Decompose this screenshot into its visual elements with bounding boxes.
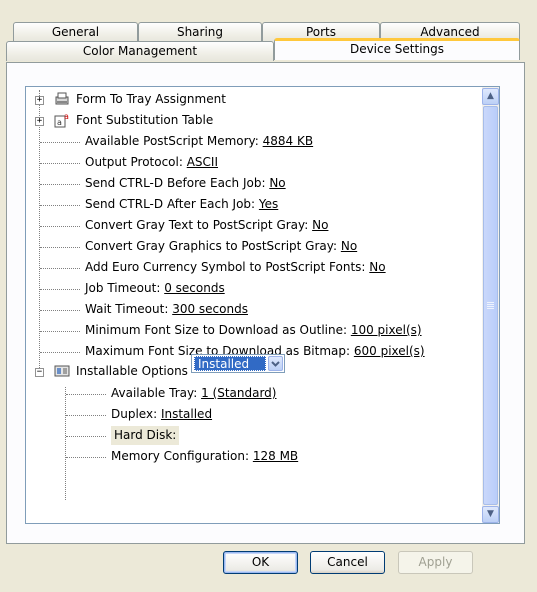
item-value[interactable]: 600 pixel(s) <box>354 344 425 358</box>
tree-connector <box>40 352 80 353</box>
item-value[interactable]: No <box>369 260 385 274</box>
tree-item-postscript-memory[interactable]: Available PostScript Memory: 4884 KB <box>85 131 313 152</box>
tree-connector <box>40 268 80 269</box>
item-label: Hard Disk: <box>114 428 177 442</box>
item-value[interactable]: 128 MB <box>253 449 298 463</box>
tree-connector <box>40 184 80 185</box>
item-value[interactable]: 300 seconds <box>172 302 248 316</box>
item-label: Available Tray: <box>111 386 202 400</box>
item-label: Send CTRL-D After Each Job: <box>85 197 259 211</box>
font-table-icon: a a <box>54 112 69 128</box>
item-label: Font Substitution Table <box>76 113 214 127</box>
item-label: Job Timeout: <box>85 281 165 295</box>
tree-item-available-tray[interactable]: Available Tray: 1 (Standard) <box>111 383 276 404</box>
tree-connector <box>66 436 106 437</box>
printer-tray-icon <box>55 92 69 105</box>
tree-connector <box>40 247 80 248</box>
tree-item-job-timeout[interactable]: Job Timeout: 0 seconds <box>85 278 225 299</box>
apply-button[interactable]: Apply <box>398 551 473 574</box>
item-label: Form To Tray Assignment <box>76 92 226 106</box>
expand-icon[interactable]: + <box>35 117 44 126</box>
tree-connector <box>40 289 80 290</box>
item-label: Convert Gray Graphics to PostScript Gray… <box>85 239 341 253</box>
tree-connector <box>40 205 80 206</box>
tree-item-output-protocol[interactable]: Output Protocol: ASCII <box>85 152 218 173</box>
tab-sharing[interactable]: Sharing <box>138 22 262 42</box>
tree-connector <box>66 415 106 416</box>
item-label: Add Euro Currency Symbol to PostScript F… <box>85 260 370 274</box>
dropdown-button[interactable] <box>268 356 283 371</box>
tree-item-min-font-outline[interactable]: Minimum Font Size to Download as Outline… <box>85 320 422 341</box>
vertical-scrollbar[interactable]: ▲ ▼ <box>482 87 499 523</box>
scroll-thumb[interactable] <box>483 106 498 505</box>
item-value[interactable]: 0 seconds <box>164 281 225 295</box>
tree-item-euro-symbol[interactable]: Add Euro Currency Symbol to PostScript F… <box>85 257 386 278</box>
item-label: Installable Options <box>76 364 188 378</box>
tree-connector <box>40 142 80 143</box>
item-label: Memory Configuration: <box>111 449 253 463</box>
hard-disk-selected-value: Installed <box>194 356 266 371</box>
chevron-down-icon <box>271 361 280 367</box>
collapse-icon[interactable]: − <box>35 368 44 377</box>
cancel-button[interactable]: Cancel <box>310 551 385 574</box>
item-value[interactable]: 1 (Standard) <box>201 386 276 400</box>
svg-text:a: a <box>57 118 62 127</box>
tree-item-duplex[interactable]: Duplex: Installed <box>111 404 212 425</box>
tree-item-ctrl-d-before[interactable]: Send CTRL-D Before Each Job: No <box>85 173 286 194</box>
item-value[interactable]: No <box>341 239 357 253</box>
thumb-grip <box>487 304 494 305</box>
tree-connector <box>39 90 40 372</box>
ok-button[interactable]: OK <box>223 551 298 574</box>
item-label: Send CTRL-D Before Each Job: <box>85 176 270 190</box>
tree-item-wait-timeout[interactable]: Wait Timeout: 300 seconds <box>85 299 248 320</box>
tree-item-installable-options[interactable]: Installable Options <box>76 361 188 382</box>
tree-connector <box>65 387 66 500</box>
item-value[interactable]: 100 pixel(s) <box>351 323 422 337</box>
thumb-grip <box>487 302 494 303</box>
tree-item-memory-configuration[interactable]: Memory Configuration: 128 MB <box>111 446 298 467</box>
item-label: Duplex: <box>111 407 161 421</box>
tree-connector <box>66 394 106 395</box>
item-value[interactable]: 4884 KB <box>263 134 313 148</box>
settings-tree[interactable]: + Form To Tray Assignment + a a Font Sub… <box>25 86 500 524</box>
hard-disk-select[interactable]: Installed <box>191 354 285 373</box>
tree-item-gray-text[interactable]: Convert Gray Text to PostScript Gray: No <box>85 215 328 236</box>
installable-options-icon <box>54 365 70 377</box>
item-label: Minimum Font Size to Download as Outline… <box>85 323 351 337</box>
scroll-down-button[interactable]: ▼ <box>482 506 499 523</box>
item-value[interactable]: No <box>312 218 328 232</box>
tab-device-settings[interactable]: Device Settings <box>274 38 520 60</box>
item-value[interactable]: Yes <box>259 197 278 211</box>
scroll-up-button[interactable]: ▲ <box>482 88 499 105</box>
tree-connector <box>66 457 106 458</box>
tab-general[interactable]: General <box>13 22 138 42</box>
item-label: Output Protocol: <box>85 155 187 169</box>
item-label: Convert Gray Text to PostScript Gray: <box>85 218 313 232</box>
item-label: Available PostScript Memory: <box>85 134 263 148</box>
item-label: Wait Timeout: <box>85 302 173 316</box>
thumb-grip <box>487 306 494 307</box>
tree-connector <box>40 310 80 311</box>
tab-color-management[interactable]: Color Management <box>6 41 274 61</box>
svg-text:a: a <box>64 112 69 121</box>
tree-item-hard-disk[interactable]: Hard Disk: <box>111 426 180 445</box>
item-value[interactable]: Installed <box>161 407 212 421</box>
item-value[interactable]: ASCII <box>187 155 218 169</box>
tab-row-front: Color Management Device Settings <box>0 38 537 61</box>
tree-item-gray-graphics[interactable]: Convert Gray Graphics to PostScript Gray… <box>85 236 357 257</box>
thumb-grip <box>487 308 494 309</box>
tree-connector <box>40 331 80 332</box>
tree-connector <box>40 226 80 227</box>
tree-item-form-to-tray[interactable]: Form To Tray Assignment <box>76 89 226 110</box>
tree-item-font-substitution[interactable]: Font Substitution Table <box>76 110 213 131</box>
expand-icon[interactable]: + <box>35 96 44 105</box>
tree-item-ctrl-d-after[interactable]: Send CTRL-D After Each Job: Yes <box>85 194 278 215</box>
tree-connector <box>40 163 80 164</box>
item-value[interactable]: No <box>269 176 285 190</box>
